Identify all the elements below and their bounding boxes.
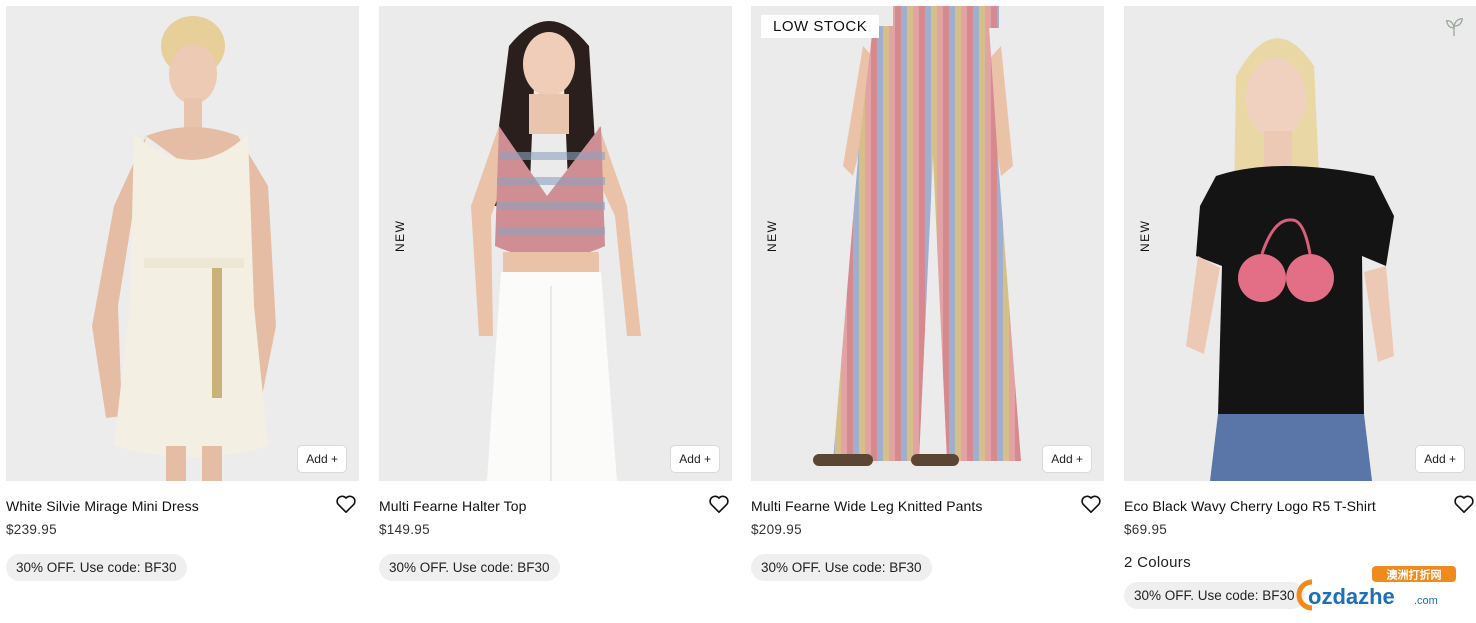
product-grid: Add + White Silvie Mirage Mini Dress $23… xyxy=(0,0,1476,623)
add-to-cart-button[interactable]: Add + xyxy=(670,445,720,473)
model-photo-cherry-tshirt xyxy=(1124,6,1476,481)
product-price: $209.95 xyxy=(751,522,802,537)
watermark-main-text: ozdazhe xyxy=(1308,584,1395,609)
product-image[interactable]: NEW Add + xyxy=(1124,6,1476,481)
product-price: $239.95 xyxy=(6,522,57,537)
new-badge: NEW xyxy=(393,219,407,253)
model-photo-dress xyxy=(6,6,359,481)
product-card: Add + White Silvie Mirage Mini Dress $23… xyxy=(6,6,359,581)
promo-badge: 30% OFF. Use code: BF30 xyxy=(6,554,187,581)
model-photo-halter-top xyxy=(379,6,732,481)
product-title-row: Multi Fearne Wide Leg Knitted Pants xyxy=(751,494,1104,518)
product-card: NEW Add + Multi Fearne Halter Top $149.9… xyxy=(379,6,732,581)
product-name[interactable]: Multi Fearne Halter Top xyxy=(379,498,527,514)
product-image[interactable]: NEW Add + xyxy=(379,6,732,481)
watermark-top-text: 澳洲打折网 xyxy=(1387,568,1442,582)
sprout-icon xyxy=(1445,18,1463,37)
model-photo-knit-pants xyxy=(751,6,1104,481)
new-badge: NEW xyxy=(765,219,779,253)
product-title-row: White Silvie Mirage Mini Dress xyxy=(6,494,359,518)
product-name[interactable]: Eco Black Wavy Cherry Logo R5 T-Shirt xyxy=(1124,498,1376,514)
promo-badge: 30% OFF. Use code: BF30 xyxy=(379,554,560,581)
add-to-cart-button[interactable]: Add + xyxy=(1415,445,1465,473)
product-image[interactable]: LOW STOCK NEW Add + xyxy=(751,6,1104,481)
ozdazhe-watermark-logo: 澳洲打折网 ozdazhe .com xyxy=(1296,566,1456,611)
promo-badge: 30% OFF. Use code: BF30 xyxy=(751,554,932,581)
low-stock-badge: LOW STOCK xyxy=(761,15,880,38)
heart-outline-icon[interactable] xyxy=(708,494,730,514)
add-to-cart-button[interactable]: Add + xyxy=(1042,445,1092,473)
add-to-cart-button[interactable]: Add + xyxy=(297,445,347,473)
watermark-suffix-text: .com xyxy=(1414,595,1438,607)
product-title-row: Eco Black Wavy Cherry Logo R5 T-Shirt xyxy=(1124,494,1476,518)
product-title-row: Multi Fearne Halter Top xyxy=(379,494,732,518)
product-card: NEW Add + Eco Black Wavy Cherry Logo R5 … xyxy=(1124,6,1476,609)
promo-badge: 30% OFF. Use code: BF30 xyxy=(1124,582,1305,609)
product-card: LOW STOCK NEW Add + Multi Fearne Wide Le… xyxy=(751,6,1104,581)
product-image[interactable]: Add + xyxy=(6,6,359,481)
new-badge: NEW xyxy=(1138,219,1152,253)
heart-outline-icon[interactable] xyxy=(335,494,357,514)
product-name[interactable]: Multi Fearne Wide Leg Knitted Pants xyxy=(751,498,983,514)
product-name[interactable]: White Silvie Mirage Mini Dress xyxy=(6,498,199,514)
product-price: $149.95 xyxy=(379,522,430,537)
heart-outline-icon[interactable] xyxy=(1453,494,1475,514)
product-price: $69.95 xyxy=(1124,522,1168,537)
heart-outline-icon[interactable] xyxy=(1080,494,1102,514)
